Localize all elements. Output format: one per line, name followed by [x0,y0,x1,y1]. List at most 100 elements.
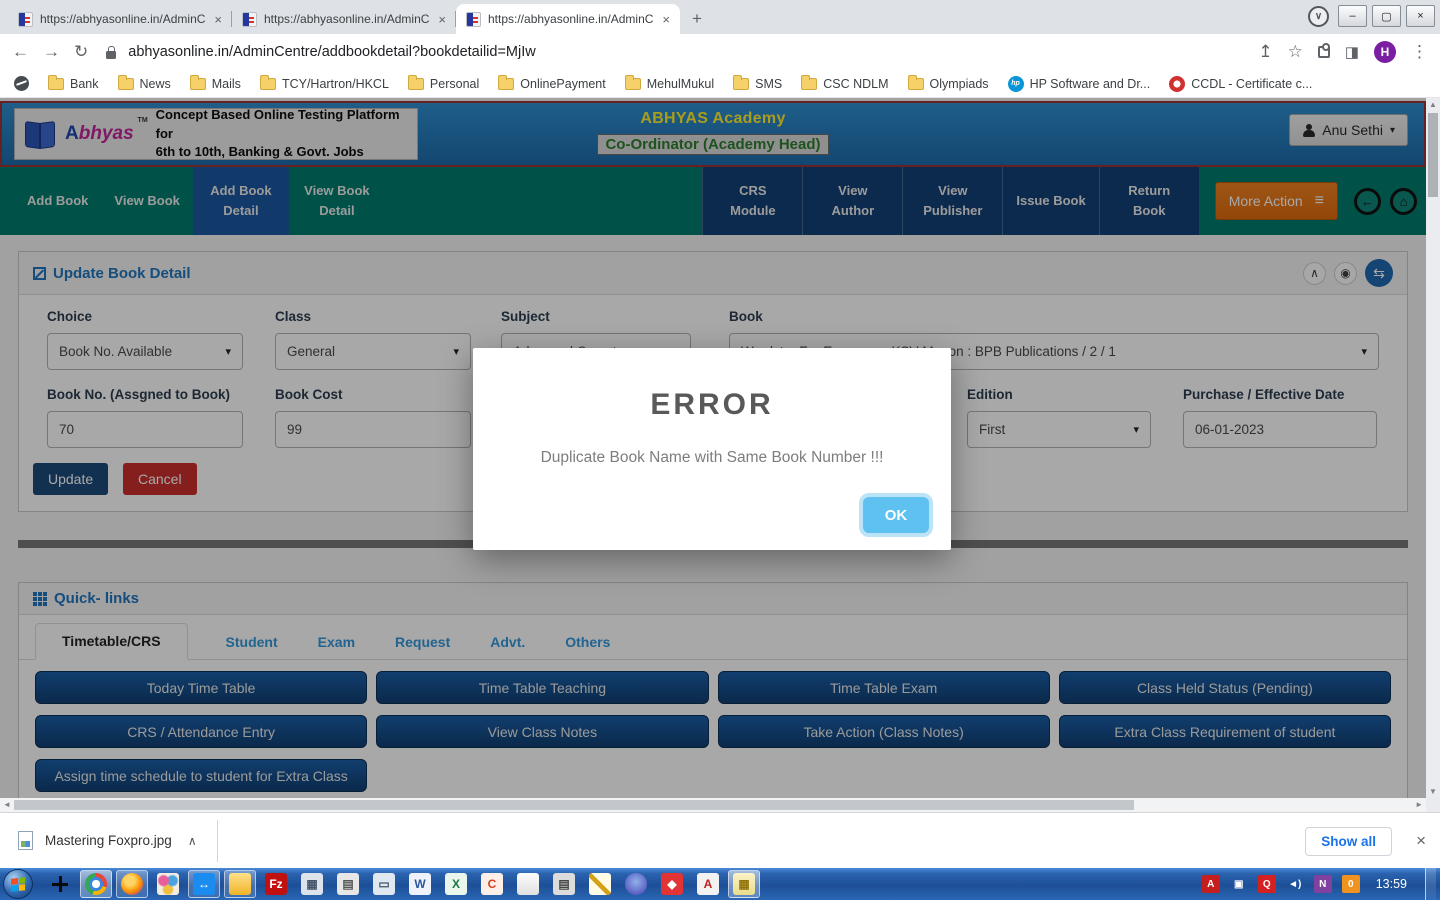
onenote-tray-icon[interactable]: N [1314,875,1332,893]
quickheal-tray-icon[interactable]: Q [1258,875,1276,893]
lock-icon [106,51,116,59]
window-close-button[interactable]: × [1406,5,1435,27]
scanner-icon[interactable]: ▭ [368,870,400,898]
bookmark-item[interactable]: HP Software and Dr... [1008,76,1151,92]
back-icon[interactable]: ← [12,42,29,62]
side-panel-icon[interactable]: ◨ [1345,43,1359,61]
firefox-icon[interactable] [116,870,148,898]
tab-close-icon[interactable]: × [212,12,224,27]
tab-title: https://abhyasonline.in/AdminCe [488,12,653,26]
page-viewport: AbhyasTM Concept Based Online Testing Pl… [0,98,1440,812]
paint-icon[interactable] [152,870,184,898]
calculator-icon[interactable]: ▦ [296,870,328,898]
address-url[interactable]: abhyasonline.in/AdminCentre/addbookdetai… [128,44,1244,60]
bookmark-item[interactable]: Personal [408,77,479,91]
red-app-icon[interactable]: ◆ [656,870,688,898]
download-file-name[interactable]: Mastering Foxpro.jpg [45,833,172,848]
taskbar: ↔ Fz ▦ ▤ ▭ W [0,868,1440,900]
volume-tray-icon[interactable]: ◄) [1286,875,1304,893]
bookmark-item[interactable]: CCDL - Certificate c... [1169,76,1312,92]
ok-button[interactable]: OK [859,493,933,537]
bookmark-label: Mails [212,77,241,91]
scroll-up-arrow[interactable]: ▲ [1426,100,1440,109]
show-all-button[interactable]: Show all [1305,827,1392,856]
browser-tab[interactable]: https://abhyasonline.in/AdminCe × [232,4,456,34]
menu-kebab-icon[interactable]: ⋮ [1411,42,1428,62]
bookmark-item[interactable]: OnlinePayment [498,77,605,91]
bookmark-item[interactable]: Mails [190,77,241,91]
download-bar-close-icon[interactable]: × [1416,831,1426,851]
printer-icon[interactable]: ▤ [332,870,364,898]
bookmark-icon [48,78,64,90]
horizontal-scrollbar[interactable]: ◄ ► [0,798,1426,812]
download-separator [217,820,218,862]
drop-app-icon[interactable] [620,870,652,898]
chrome-icon[interactable] [80,870,112,898]
adobe-tray-icon[interactable]: A [1202,875,1220,893]
powerpoint-icon[interactable]: C [476,870,508,898]
taskbar-clock[interactable]: 13:59 [1376,877,1407,891]
teamviewer-icon[interactable]: ↔ [188,870,220,898]
tab-close-icon[interactable]: × [660,12,672,27]
start-button[interactable] [3,869,33,899]
ar-app-icon[interactable]: A [692,870,724,898]
window-minimize-button[interactable]: – [1338,5,1367,27]
profile-avatar[interactable]: H [1374,41,1396,63]
bookmark-label: OnlinePayment [520,77,605,91]
explorer-icon[interactable] [224,870,256,898]
tab-search-icon[interactable]: ∨ [1308,6,1329,27]
folder-app-icon[interactable] [512,870,544,898]
show-desktop-button[interactable] [1425,868,1436,900]
horizontal-scroll-thumb[interactable] [14,800,1134,810]
bookmark-item[interactable]: TCY/Hartron/HKCL [260,77,389,91]
bookmark-item[interactable]: Bank [48,77,99,91]
bookmark-icon [1169,76,1185,92]
bookmark-icon [118,78,134,90]
bookmark-label: Olympiads [930,77,989,91]
refresh-icon[interactable]: ↻ [74,42,88,62]
share-icon[interactable]: ↥ [1258,42,1272,62]
move-tool-icon[interactable] [44,870,76,898]
forward-icon[interactable]: → [43,42,60,62]
fax-icon[interactable]: ▦ [728,870,760,898]
bookmarks-bar: Bank News Mails TCY/Hartron/HKCL Persona… [0,70,1440,98]
scroll-right-arrow[interactable]: ► [1415,800,1423,809]
window-maximize-button[interactable]: ▢ [1372,5,1401,27]
site-favicon [242,12,257,27]
bookmark-item[interactable]: MehulMukul [625,77,714,91]
bookmark-item[interactable]: CSC NDLM [801,77,888,91]
zero-badge-tray-icon[interactable]: 0 [1342,875,1360,893]
bookmark-item[interactable]: SMS [733,77,782,91]
modal-title: ERROR [473,388,951,422]
bookmark-icon [260,78,276,90]
excel-icon[interactable]: X [440,870,472,898]
bookmark-item[interactable]: Olympiads [908,77,989,91]
extensions-icon[interactable] [1318,46,1330,58]
bookmark-icon [733,78,749,90]
bookmark-star-icon[interactable]: ☆ [1288,42,1303,62]
notes-icon[interactable] [584,870,616,898]
copier-icon[interactable]: ▤ [548,870,580,898]
bookmark-label: Personal [430,77,479,91]
globe-icon[interactable] [14,76,29,91]
bookmark-label: MehulMukul [647,77,714,91]
vertical-scrollbar[interactable]: ▲ ▼ [1426,98,1440,798]
vertical-scroll-thumb[interactable] [1428,113,1438,197]
browser-tab[interactable]: https://abhyasonline.in/AdminCe × [8,4,232,34]
bookmark-icon [498,78,514,90]
browser-tab-bar: https://abhyasonline.in/AdminCe × https:… [0,0,1440,34]
network-tray-icon[interactable]: ▣ [1230,875,1248,893]
filezilla-icon[interactable]: Fz [260,870,292,898]
image-file-icon [18,831,33,850]
bookmark-item[interactable]: News [118,77,171,91]
word-icon[interactable]: W [404,870,436,898]
tab-close-icon[interactable]: × [436,12,448,27]
browser-tab[interactable]: https://abhyasonline.in/AdminCe × [456,4,680,34]
bookmark-label: CSC NDLM [823,77,888,91]
new-tab-button[interactable]: + [684,6,710,32]
scroll-left-arrow[interactable]: ◄ [3,800,11,809]
bookmark-icon [908,78,924,90]
scroll-down-arrow[interactable]: ▼ [1426,787,1440,796]
tab-title: https://abhyasonline.in/AdminCe [40,12,205,26]
download-options-chevron-icon[interactable]: ∧ [188,834,197,848]
